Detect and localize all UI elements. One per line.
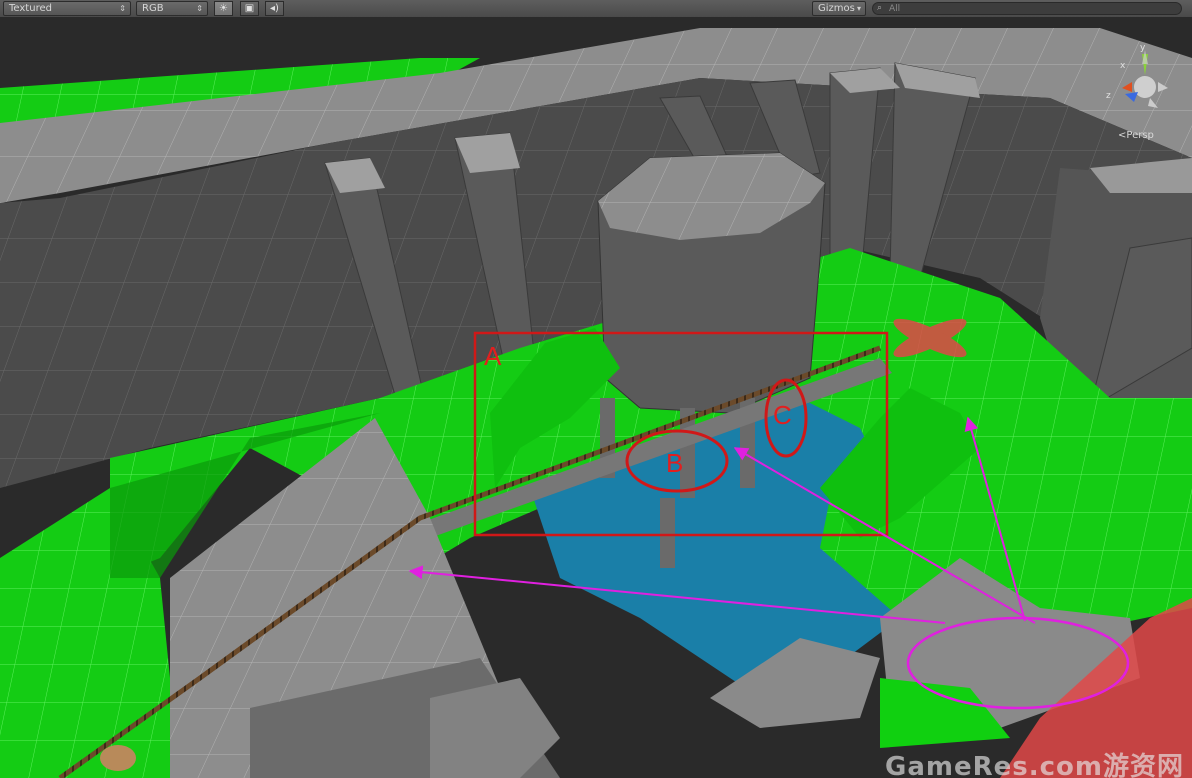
speaker-icon: ◂): [270, 3, 279, 14]
color-mode-label: RGB: [142, 3, 164, 14]
scene-toolbar: Textured ⇕ RGB ⇕ ☀ ▣ ◂) Gizmos ▾ ⌕ All: [0, 0, 1192, 18]
color-mode-dropdown[interactable]: RGB ⇕: [136, 1, 208, 16]
scene-image-toggle[interactable]: ▣: [240, 1, 259, 16]
draw-mode-dropdown[interactable]: Textured ⇕: [3, 1, 131, 16]
dropdown-arrow-icon: ⇕: [119, 4, 126, 13]
gizmos-dropdown[interactable]: Gizmos ▾: [812, 1, 866, 16]
watermark: GameRes.com游资网: [885, 752, 1184, 778]
scene-lighting-toggle[interactable]: ☀: [214, 1, 233, 16]
annotation-label-b: B: [666, 448, 684, 478]
scene-viewport[interactable]: A B C y x z <Persp GameRes.com游资网: [0, 18, 1192, 778]
image-icon: ▣: [244, 3, 255, 14]
search-field[interactable]: ⌕ All: [872, 2, 1182, 15]
search-placeholder: All: [889, 4, 901, 14]
sun-icon: ☀: [219, 3, 228, 14]
scene-render: [0, 18, 1192, 778]
axis-x-label: x: [1120, 61, 1126, 71]
axis-z-label: z: [1106, 91, 1111, 101]
annotation-label-a: A: [484, 341, 502, 371]
gizmos-label: Gizmos: [818, 3, 855, 14]
dropdown-arrow-icon: ⇕: [196, 4, 203, 13]
projection-label: Persp: [1126, 130, 1154, 141]
annotation-label-c: C: [773, 400, 792, 430]
dropdown-arrow-icon: ▾: [856, 4, 861, 13]
axis-y-label: y: [1140, 43, 1146, 53]
scene-editor-window: Textured ⇕ RGB ⇕ ☀ ▣ ◂) Gizmos ▾ ⌕ All A…: [0, 0, 1192, 778]
search-icon: ⌕: [877, 3, 883, 13]
projection-toggle[interactable]: <Persp: [1118, 130, 1154, 141]
orientation-gizmo[interactable]: y x z: [1100, 42, 1190, 122]
scene-audio-toggle[interactable]: ◂): [265, 1, 284, 16]
draw-mode-label: Textured: [9, 3, 52, 14]
